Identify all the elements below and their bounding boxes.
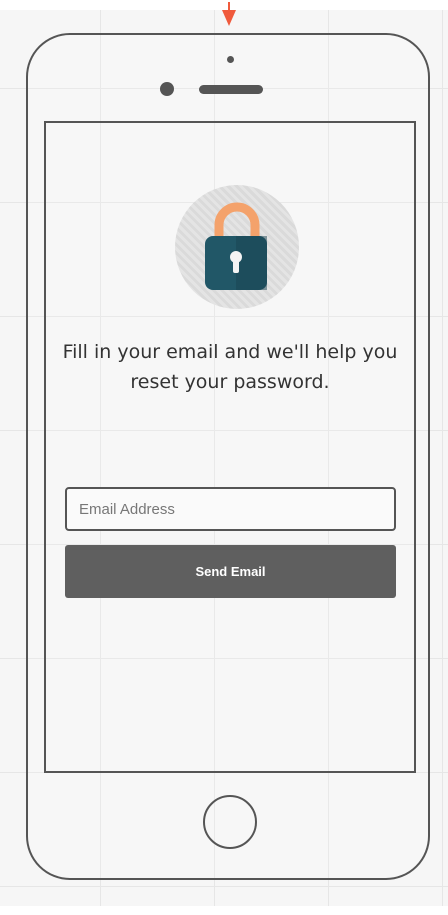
reset-instructions: Fill in your email and we'll help you re… — [62, 341, 398, 393]
lock-illustration — [175, 185, 299, 309]
phone-home-button[interactable] — [203, 795, 257, 849]
send-email-button[interactable]: Send Email — [65, 545, 396, 598]
canvas-bottom-edge — [0, 906, 448, 915]
pointer-marker-icon — [222, 10, 236, 26]
phone-camera — [160, 82, 174, 96]
padlock-icon — [205, 202, 267, 290]
canvas-top-edge — [0, 0, 448, 10]
phone-speaker — [199, 85, 263, 94]
phone-sensor — [227, 56, 234, 63]
email-field[interactable] — [65, 487, 396, 531]
